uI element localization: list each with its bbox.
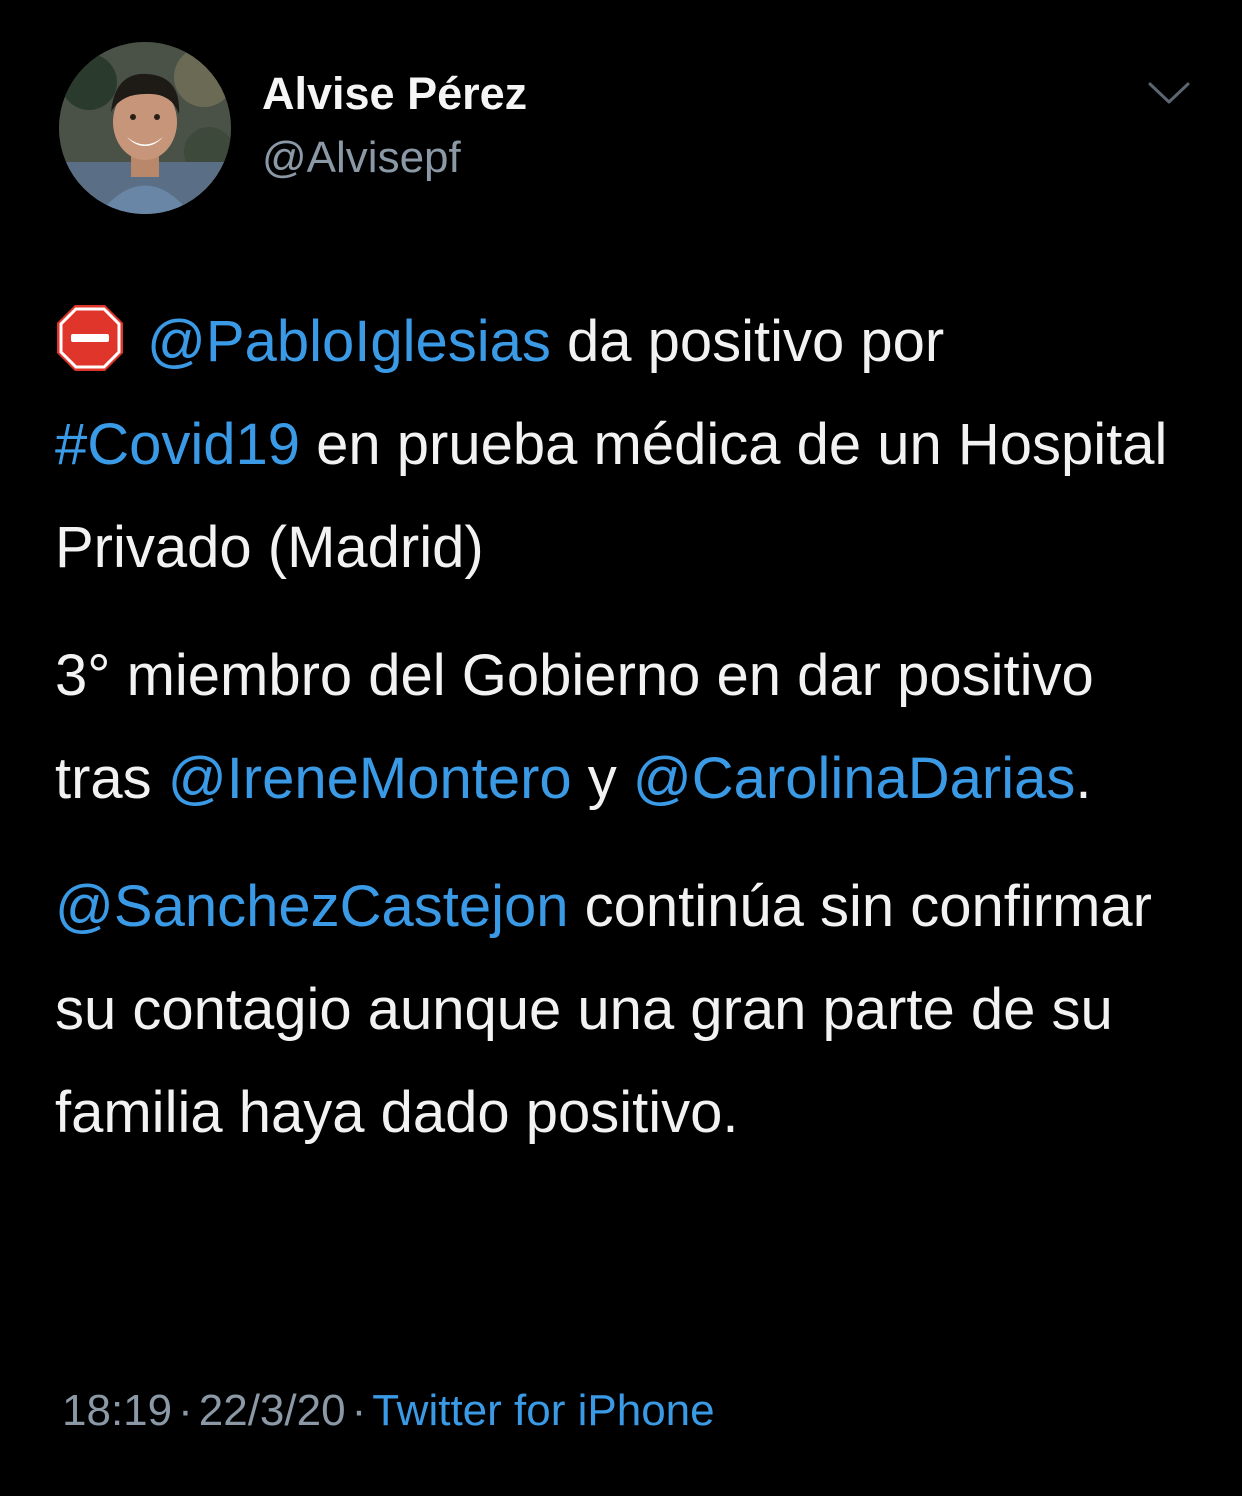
author-handle[interactable]: @Alvisepf — [262, 133, 461, 183]
tweet-paragraph-1: @PabloIglesias da positivo por #Covid19 … — [55, 290, 1195, 599]
mention-link[interactable]: @CarolinaDarias — [633, 746, 1075, 811]
meta-separator: · — [351, 1386, 367, 1435]
stop-sign-icon — [57, 305, 123, 371]
mention-link[interactable]: @PabloIglesias — [147, 309, 551, 374]
tweet-text-segment: da positivo por — [550, 309, 945, 374]
tweet-time[interactable]: 18:19 — [62, 1386, 172, 1435]
tweet-date[interactable]: 22/3/20 — [199, 1386, 346, 1435]
tweet-paragraph-3: @SanchezCastejon continúa sin confirmar … — [55, 855, 1195, 1164]
tweet-text-segment: . — [1075, 746, 1092, 811]
tweet-paragraph-2: 3° miembro del Gobierno en dar positivo … — [55, 624, 1195, 830]
meta-separator: · — [178, 1386, 193, 1435]
chevron-down-icon[interactable] — [1146, 78, 1192, 108]
mention-link[interactable]: @SanchezCastejon — [55, 874, 569, 939]
profile-photo-icon — [59, 42, 231, 214]
mention-link[interactable]: @IreneMontero — [168, 746, 572, 811]
tweet-source-link[interactable]: Twitter for iPhone — [372, 1386, 714, 1435]
tweet-text-segment: y — [571, 746, 633, 811]
hashtag-link[interactable]: #Covid19 — [55, 412, 300, 477]
tweet-card: Alvise Pérez @Alvisepf @PabloIglesias da… — [0, 0, 1242, 1496]
avatar[interactable] — [59, 42, 231, 214]
tweet-text: @PabloIglesias da positivo por #Covid19 … — [55, 290, 1195, 1189]
author-name[interactable]: Alvise Pérez — [262, 68, 527, 120]
tweet-meta: 18:19 · 22/3/20 · Twitter for iPhone — [62, 1386, 715, 1436]
